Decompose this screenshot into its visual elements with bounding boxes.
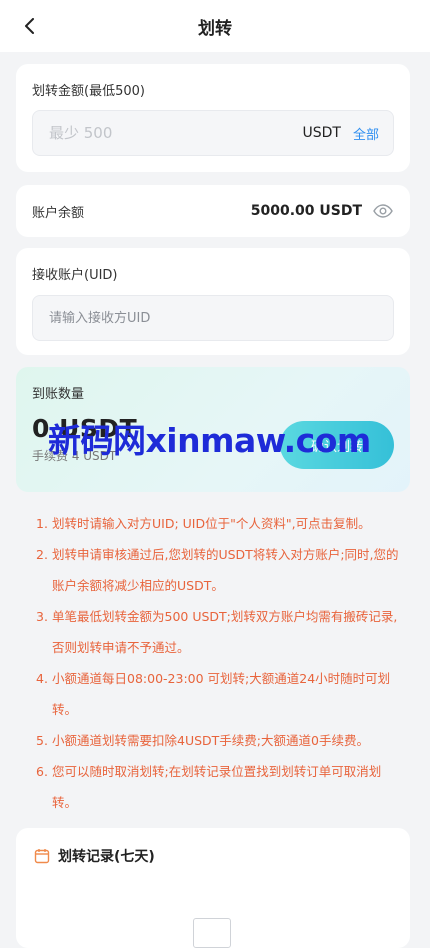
note-text: 小额通道每日08:00-23:00 可划转;大额通道24小时随时可划转。: [52, 671, 391, 717]
list-item: 6. 您可以随时取消划转;在划转记录位置找到划转订单可取消划转。: [36, 756, 404, 818]
records-header: 划转记录(七天): [34, 846, 392, 866]
confirm-transfer-button[interactable]: 确认划转: [280, 421, 394, 469]
note-number: 2.: [36, 547, 48, 562]
note-text: 您可以随时取消划转;在划转记录位置找到划转订单可取消划转。: [52, 764, 382, 810]
note-text: 划转申请审核通过后,您划转的USDT将转入对方账户;同时,您的账户余额将减少相应…: [52, 547, 399, 593]
header-bar: 划转: [0, 0, 430, 52]
receiver-label: 接收账户(UID): [32, 268, 118, 283]
receive-card: 到账数量 0 USDT 手续费 4 USDT 确认划转: [16, 367, 410, 492]
note-number: 4.: [36, 671, 48, 686]
transfer-amount-label: 划转金额(最低500): [32, 84, 145, 99]
list-item: 4. 小额通道每日08:00-23:00 可划转;大额通道24小时随时可划转。: [36, 663, 404, 725]
page-title: 划转: [198, 18, 232, 39]
amount-unit: USDT: [302, 125, 341, 141]
list-item: 1. 划转时请输入对方UID; UID位于"个人资料",可点击复制。: [36, 508, 404, 539]
records-title: 划转记录(七天): [58, 849, 155, 865]
empty-state-icon: [193, 918, 231, 948]
receiver-card: 接收账户(UID): [16, 248, 410, 355]
records-card: 划转记录(七天): [16, 828, 410, 948]
note-text: 单笔最低划转金额为500 USDT;划转双方账户均需有搬砖记录,否则划转申请不予…: [52, 609, 398, 655]
transfer-amount-box: USDT 全部: [32, 110, 394, 156]
transfer-amount-card: 划转金额(最低500) USDT 全部: [16, 64, 410, 172]
list-item: 2. 划转申请审核通过后,您划转的USDT将转入对方账户;同时,您的账户余额将减…: [36, 539, 404, 601]
all-button[interactable]: 全部: [353, 124, 379, 143]
receive-label: 到账数量: [32, 387, 85, 402]
balance-value: 5000.00 USDT: [250, 203, 362, 219]
eye-icon[interactable]: [372, 200, 394, 222]
uid-box: [32, 295, 394, 341]
note-number: 5.: [36, 733, 48, 748]
note-number: 3.: [36, 609, 48, 624]
note-number: 6.: [36, 764, 48, 779]
list-item: 3. 单笔最低划转金额为500 USDT;划转双方账户均需有搬砖记录,否则划转申…: [36, 601, 404, 663]
note-text: 小额通道划转需要扣除4USDT手续费;大额通道0手续费。: [52, 733, 369, 748]
uid-input[interactable]: [47, 309, 379, 327]
calendar-icon: [34, 849, 50, 864]
notes-list: 1. 划转时请输入对方UID; UID位于"个人资料",可点击复制。 2. 划转…: [36, 508, 404, 818]
chevron-left-icon: [25, 18, 34, 34]
note-number: 1.: [36, 516, 48, 531]
note-text: 划转时请输入对方UID; UID位于"个人资料",可点击复制。: [52, 516, 371, 531]
balance-label: 账户余额: [32, 205, 85, 221]
transfer-amount-input[interactable]: [47, 123, 303, 143]
list-item: 5. 小额通道划转需要扣除4USDT手续费;大额通道0手续费。: [36, 725, 404, 756]
back-button[interactable]: [18, 14, 42, 38]
balance-card: 账户余额 5000.00 USDT: [16, 185, 410, 237]
